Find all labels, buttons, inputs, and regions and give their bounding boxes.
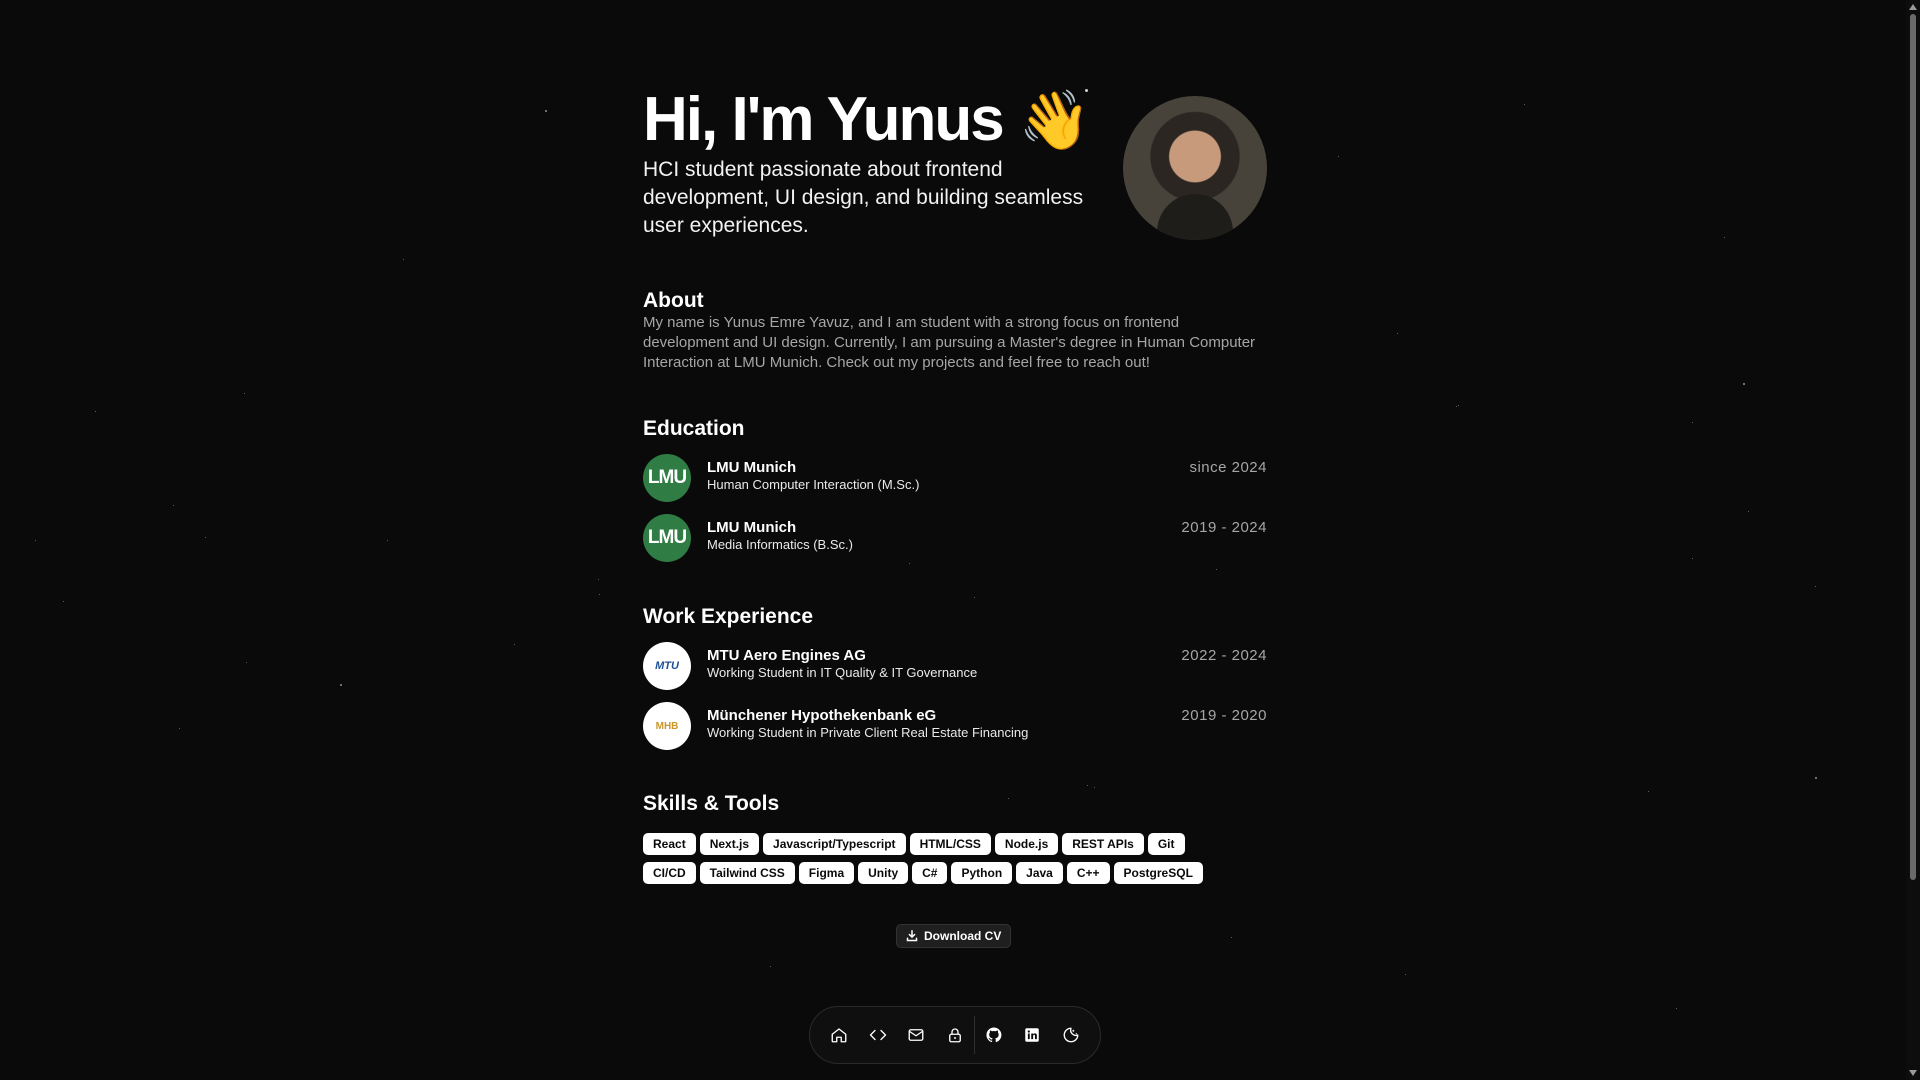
education-date: since 2024 [1189,459,1267,476]
vertical-scrollbar[interactable] [1906,0,1920,1080]
hero-title-text: Hi, I'm Yunus [643,85,1005,154]
lmu-logo-icon: LMU [643,454,691,502]
mtu-logo-icon: MTU [643,642,691,690]
contact-button[interactable] [897,1015,935,1055]
work-item[interactable]: MHB Münchener Hypothekenbank eG Working … [643,702,1267,750]
skill-chip: Java [1016,862,1063,884]
linkedin-button[interactable] [1013,1015,1051,1055]
skill-chip: C++ [1066,862,1110,884]
education-degree: Media Informatics (B.Sc.) [707,537,853,552]
skill-chip: CI/CD [643,862,696,884]
theme-toggle-button[interactable] [1052,1015,1090,1055]
github-button[interactable] [975,1015,1013,1055]
github-icon [986,1027,1002,1043]
scroll-down-arrow-icon[interactable] [1909,1070,1917,1076]
work-item[interactable]: MTU MTU Aero Engines AG Working Student … [643,642,1267,690]
lock-icon [948,1028,961,1043]
projects-button[interactable] [858,1015,896,1055]
waving-hand-icon: 👋 [1018,88,1091,153]
skill-chip: C# [912,862,948,884]
skill-chip: Unity [858,862,909,884]
linkedin-icon [1025,1028,1040,1042]
home-button[interactable] [820,1015,858,1055]
education-item[interactable]: LMU LMU Munich Human Computer Interactio… [643,454,1267,502]
work-experience-heading: Work Experience [643,605,814,628]
hero-title: Hi, I'm Yunus 👋 [643,84,1091,157]
work-role: Working Student in IT Quality & IT Gover… [707,665,978,680]
skills-row: React Next.js Javascript/Typescript HTML… [643,833,1267,855]
skill-chip: Git [1147,833,1185,855]
work-date: 2022 - 2024 [1181,647,1267,664]
education-item[interactable]: LMU LMU Munich Media Informatics (B.Sc.)… [643,514,1267,562]
education-date: 2019 - 2024 [1181,519,1267,536]
skill-chip: Node.js [994,833,1059,855]
hero-subtitle: HCI student passionate about frontend de… [643,158,1084,237]
download-cv-label: Download CV [924,929,1002,943]
scrollbar-thumb[interactable] [1910,14,1916,880]
education-institution: LMU Munich [707,519,797,536]
theme-toggle-icon [1063,1027,1079,1043]
skill-chip: PostgreSQL [1113,862,1203,884]
work-company: Münchener Hypothekenbank eG [707,707,937,724]
skill-chip: React [643,833,696,855]
skill-chip: Next.js [699,833,760,855]
skills-row: CI/CD Tailwind CSS Figma Unity C# Python… [643,862,1267,884]
skill-chip: Javascript/Typescript [763,833,906,855]
download-icon [906,930,918,942]
education-heading: Education [643,417,745,440]
skill-chip: HTML/CSS [909,833,991,855]
skill-chip: Tailwind CSS [699,862,795,884]
about-heading: About [643,289,704,312]
hero-section: Hi, I'm Yunus 👋 HCI student passionate ab… [643,84,1267,244]
education-institution: LMU Munich [707,459,797,476]
bottom-dock [809,1006,1101,1064]
profile-avatar [1123,96,1267,240]
lmu-logo-icon: LMU [643,514,691,562]
skills-list: React Next.js Javascript/Typescript HTML… [643,833,1267,891]
download-cv-button[interactable]: Download CV [896,924,1012,948]
code-icon [869,1029,886,1041]
scroll-up-arrow-icon[interactable] [1909,4,1917,10]
skill-chip: Python [951,862,1013,884]
work-date: 2019 - 2020 [1181,707,1267,724]
home-icon [831,1028,847,1043]
private-button[interactable] [935,1015,973,1055]
skills-heading: Skills & Tools [643,792,780,815]
work-role: Working Student in Private Client Real E… [707,725,1029,740]
skill-chip: Figma [798,862,855,884]
muenchener-hyp-logo-icon: MHB [643,702,691,750]
about-text: My name is Yunus Emre Yavuz, and I am st… [643,314,1256,371]
work-company: MTU Aero Engines AG [707,647,866,664]
mail-icon [908,1029,924,1041]
education-degree: Human Computer Interaction (M.Sc.) [707,477,920,492]
skill-chip: REST APIs [1062,833,1144,855]
